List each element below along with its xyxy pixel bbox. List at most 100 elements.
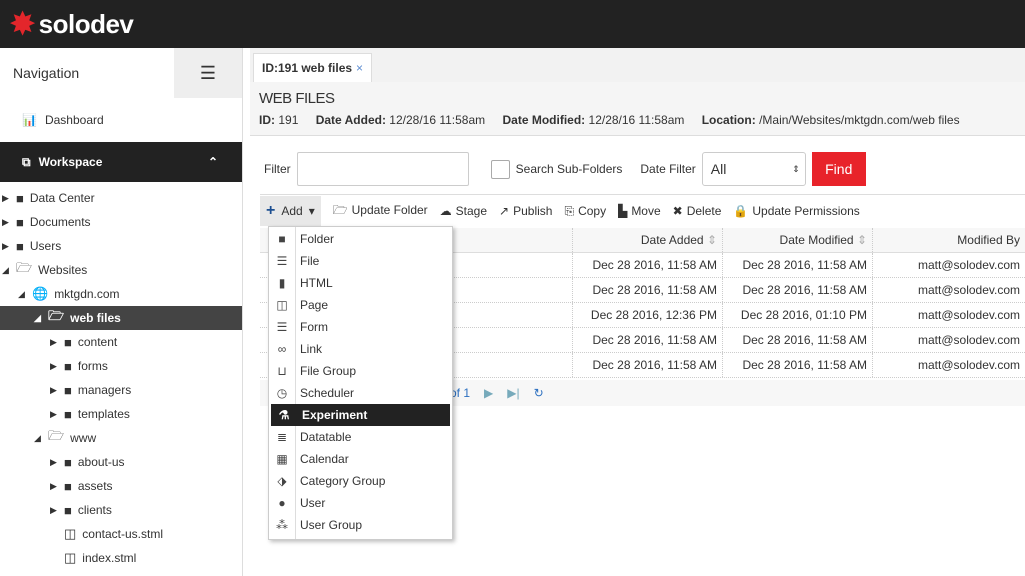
cell-modified-by: matt@solodev.com xyxy=(918,308,1020,322)
tree-item[interactable]: ▶ ■ about-us xyxy=(0,450,242,474)
expand-arrow-icon[interactable]: ▶ xyxy=(2,217,10,228)
menu-item-html[interactable]: ▮ HTML xyxy=(269,272,452,294)
delete-button[interactable]: ✖ Delete xyxy=(673,204,722,218)
tab-web-files[interactable]: ID:191 web files × xyxy=(253,53,373,82)
update-permissions-button[interactable]: 🔒 Update Permissions xyxy=(733,204,859,218)
hamburger-icon[interactable]: ☰ xyxy=(174,48,242,98)
search-subfolders-checkbox[interactable] xyxy=(490,159,510,179)
stage-button[interactable]: ☁ Stage xyxy=(440,204,487,218)
menu-item-file-group[interactable]: ⊔ File Group xyxy=(269,360,452,382)
tree-item[interactable]: ◫ contact-us.stml xyxy=(0,522,242,546)
close-tab-icon[interactable]: × xyxy=(356,61,363,75)
cell-date-modified: Dec 28 2016, 11:58 AM xyxy=(723,353,873,377)
menu-item-user-group[interactable]: ⁂ User Group xyxy=(269,514,452,536)
share-icon: ↗ xyxy=(499,204,510,218)
expand-arrow-icon[interactable]: ▶ xyxy=(50,505,58,516)
expand-arrow-icon[interactable]: ▶ xyxy=(50,409,58,420)
menu-item-form[interactable]: ☰ Form xyxy=(269,316,452,338)
column-header-date-added[interactable]: Date Added ⇕ xyxy=(573,228,723,252)
folder-icon: 🗁 xyxy=(48,428,65,443)
tree-item[interactable]: ▶ ■ managers xyxy=(0,378,242,402)
cell-date-modified: Dec 28 2016, 11:58 AM xyxy=(723,278,873,302)
html-icon: ▮ xyxy=(278,276,286,290)
inbox-icon: ⊔ xyxy=(277,364,287,378)
folder-icon: 🗁 xyxy=(16,260,33,275)
top-bar: ✸ solodev xyxy=(0,0,1025,48)
update-folder-button[interactable]: 🗁 Update Folder xyxy=(333,201,428,222)
folder-icon: ■ xyxy=(64,406,72,422)
cell-date-added: Dec 28 2016, 11:58 AM xyxy=(573,278,723,302)
menu-item-calendar[interactable]: ▦ Calendar xyxy=(269,448,452,470)
sidebar-item-workspace[interactable]: ⧉ Workspace ⌃ xyxy=(0,142,242,182)
folder-icon: ■ xyxy=(64,334,72,350)
tree-item[interactable]: ▶ ■ forms xyxy=(0,354,242,378)
tree-item[interactable]: ▶ ■ clients xyxy=(0,498,242,522)
tree-item[interactable]: ◢ 🗁 Websites xyxy=(0,258,242,282)
expand-arrow-icon[interactable]: ◢ xyxy=(34,313,42,324)
menu-item-experiment[interactable]: ⚗ Experiment xyxy=(271,404,450,426)
expand-arrow-icon[interactable]: ▶ xyxy=(50,385,58,396)
menu-item-page[interactable]: ◫ Page xyxy=(269,294,452,316)
menu-item-scheduler[interactable]: ◷ Scheduler xyxy=(269,382,452,404)
folder-icon: ■ xyxy=(64,358,72,374)
cell-date-added: Dec 28 2016, 11:58 AM xyxy=(573,328,723,352)
calendar-icon: ▦ xyxy=(276,452,288,466)
expand-arrow-icon[interactable]: ▶ xyxy=(50,481,58,492)
column-header-modified-by[interactable]: Modified By xyxy=(873,228,1025,252)
tree-item[interactable]: ◢ 🗁 web files xyxy=(0,306,242,330)
add-button[interactable]: + Add ▾ xyxy=(260,196,321,226)
page-icon: ◫ xyxy=(276,298,288,312)
folder-tree: ▶ ■ Data Center ▶ ■ Documents ▶ ■ Users ◢ 🗁 Website… xyxy=(0,182,242,570)
tree-item[interactable]: ▶ ■ Documents xyxy=(0,210,242,234)
expand-arrow-icon[interactable]: ▶ xyxy=(50,361,58,372)
expand-arrow-icon[interactable]: ◢ xyxy=(2,265,10,276)
tree-item[interactable]: ◢ 🗁 www xyxy=(0,426,242,450)
expand-arrow-icon[interactable]: ▶ xyxy=(50,457,58,468)
expand-arrow-icon[interactable]: ◢ xyxy=(34,433,42,444)
logo[interactable]: ✸ solodev xyxy=(10,7,134,42)
expand-arrow-icon[interactable]: ▶ xyxy=(2,241,10,252)
tree-item[interactable]: ▶ ■ assets xyxy=(0,474,242,498)
expand-arrow-icon[interactable]: ◢ xyxy=(18,289,26,300)
copy-button[interactable]: ⎘ Copy xyxy=(564,204,606,219)
folder-icon: ■ xyxy=(64,382,72,398)
nav-title: Navigation xyxy=(13,65,80,81)
menu-item-file[interactable]: ☰ File xyxy=(269,250,452,272)
tree-item[interactable]: ◫ index.stml xyxy=(0,546,242,570)
file-icon: ☰ xyxy=(276,254,288,268)
menu-item-folder[interactable]: ■ Folder xyxy=(269,228,452,250)
refresh-icon[interactable]: ↻ xyxy=(534,386,544,400)
filter-label: Filter xyxy=(264,162,291,176)
menu-item-user[interactable]: ● User xyxy=(269,492,452,514)
tree-item[interactable]: ▶ ■ content xyxy=(0,330,242,354)
filter-input[interactable] xyxy=(296,152,469,186)
move-icon: ▙ xyxy=(618,204,628,218)
menu-item-link[interactable]: ∞ Link xyxy=(269,338,452,360)
folder-icon: ■ xyxy=(16,214,24,230)
find-button[interactable]: Find xyxy=(811,152,866,186)
sidebar-item-dashboard[interactable]: 📊 Dashboard xyxy=(0,98,242,142)
next-page-icon[interactable]: ▶ xyxy=(484,386,493,400)
publish-button[interactable]: ↗ Publish xyxy=(499,204,552,218)
page-icon: ◫ xyxy=(64,526,77,541)
move-button[interactable]: ▙ Move xyxy=(618,204,661,218)
date-filter-label: Date Filter xyxy=(640,162,696,176)
globe-icon: 🌐 xyxy=(32,286,49,301)
menu-item-datatable[interactable]: ≣ Datatable xyxy=(269,426,452,448)
menu-item-category-group[interactable]: ⬗ Category Group xyxy=(269,470,452,492)
tree-item[interactable]: ▶ ■ templates xyxy=(0,402,242,426)
folder-icon: ■ xyxy=(16,238,24,254)
date-filter-select[interactable]: All ⇕ xyxy=(701,152,806,186)
expand-arrow-icon[interactable]: ▶ xyxy=(50,337,58,348)
workspace-icon: ⧉ xyxy=(22,154,31,169)
cell-date-added: Dec 28 2016, 11:58 AM xyxy=(573,253,723,277)
tree-item[interactable]: ▶ ■ Users xyxy=(0,234,242,258)
column-header-date-modified[interactable]: Date Modified ⇕ xyxy=(723,228,873,252)
tree-item[interactable]: ▶ ■ Data Center xyxy=(0,186,242,210)
last-page-icon[interactable]: ▶| xyxy=(507,386,519,400)
tree-item[interactable]: ◢ 🌐 mktgdn.com xyxy=(0,282,242,306)
database-icon: ≣ xyxy=(276,430,288,444)
copy-icon: ⎘ xyxy=(564,203,575,218)
expand-arrow-icon[interactable]: ▶ xyxy=(2,193,10,204)
plus-icon: + xyxy=(266,202,276,219)
